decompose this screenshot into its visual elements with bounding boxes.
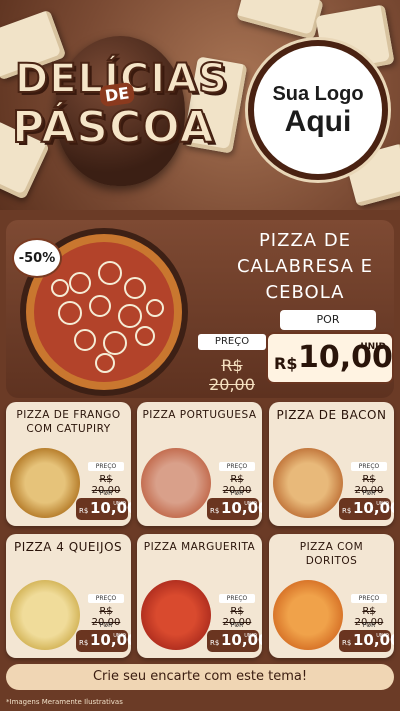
product-card[interactable]: PIZZA PORTUGUESA PREÇO R$ 20,00 POR R$ 10…: [137, 402, 262, 526]
unit-label: UNID: [244, 501, 257, 507]
product-name: PIZZA MARGUERITA: [143, 541, 256, 553]
preco-label: PREÇO: [219, 462, 255, 471]
chocolate-piece-decoration: [236, 0, 324, 40]
hero-banner: DELÍCIAS DE PÁSCOA Sua Logo Aqui: [0, 0, 400, 210]
unit-label: UNID: [376, 501, 389, 507]
preco-label: PREÇO: [351, 594, 387, 603]
featured-name-line2: CALABRESA E: [236, 256, 374, 277]
pizza-portuguesa-icon: [141, 448, 211, 518]
pizza-marguerita-icon: [141, 580, 211, 650]
pizza-frango-icon: [10, 448, 80, 518]
preco-label: PREÇO: [198, 334, 266, 350]
product-card[interactable]: PIZZA DE FRANGO COM CATUPIRY PREÇO R$ 20…: [6, 402, 131, 526]
product-name: PIZZA COM DORITOS: [299, 541, 364, 567]
new-price: R$10,00UNID: [76, 498, 131, 520]
discount-badge: -50%: [12, 238, 62, 278]
logo-placeholder: Sua Logo Aqui: [248, 40, 388, 180]
pizza-bacon-icon: [273, 448, 343, 518]
featured-pizza-name: PIZZA DE CALABRESA E CEBOLA: [220, 228, 390, 306]
preco-label: PREÇO: [88, 594, 124, 603]
product-card[interactable]: PIZZA DE BACON PREÇO R$ 20,00 POR R$ 10,0…: [269, 402, 394, 526]
featured-name-line3: CEBOLA: [265, 282, 345, 303]
por-label: POR: [99, 490, 113, 497]
old-price: R$ 20,00: [209, 356, 255, 394]
product-card[interactable]: PIZZA 4 QUEIJOS PREÇO R$ 20,00 POR R$ 10,…: [6, 534, 131, 658]
product-name: PIZZA 4 QUEIJOS: [14, 540, 123, 554]
cta-banner[interactable]: Crie seu encarte com este tema!: [6, 664, 394, 690]
product-name: PIZZA PORTUGUESA: [142, 409, 257, 421]
logo-line1: Sua Logo: [272, 82, 364, 105]
unit-label: UNID: [113, 633, 126, 639]
pizza-doritos-icon: [273, 580, 343, 650]
currency: R$: [79, 639, 89, 647]
product-name: PIZZA DE FRANGO COM CATUPIRY: [16, 409, 121, 435]
por-label: POR: [362, 622, 376, 629]
currency: R$: [210, 639, 220, 647]
product-card[interactable]: PIZZA COM DORITOS PREÇO R$ 20,00 POR R$ 1…: [269, 534, 394, 658]
por-label: POR: [230, 490, 244, 497]
new-price: R$10,00UNID: [207, 630, 262, 652]
new-price: R$10,00UNID: [339, 498, 394, 520]
currency: R$: [342, 507, 352, 515]
por-label: POR: [230, 622, 244, 629]
disclaimer: *Imagens Meramente Ilustrativas: [6, 698, 123, 706]
unit-label: UNID: [360, 342, 386, 352]
logo-line2: Aqui: [284, 104, 352, 138]
title-line2: PÁSCOA: [11, 101, 215, 154]
preco-label: PREÇO: [219, 594, 255, 603]
por-label: POR: [362, 490, 376, 497]
unit-label: UNID: [244, 633, 257, 639]
new-price: R$10,00UNID: [76, 630, 131, 652]
pizza-4-queijos-icon: [10, 580, 80, 650]
preco-label: PREÇO: [88, 462, 124, 471]
featured-name-line1: PIZZA DE: [258, 230, 352, 251]
unit-label: UNID: [376, 633, 389, 639]
product-card[interactable]: PIZZA MARGUERITA PREÇO R$ 20,00 POR R$ 10…: [137, 534, 262, 658]
por-label: POR: [280, 310, 376, 330]
featured-new-price: R$ 10,00 UNID: [266, 332, 394, 384]
new-price: R$10,00UNID: [207, 498, 262, 520]
por-label: POR: [99, 622, 113, 629]
featured-old-price-box: PREÇO R$ 20,00: [198, 334, 266, 394]
product-name: PIZZA DE BACON: [276, 408, 387, 422]
currency: R$: [210, 507, 220, 515]
new-price: R$10,00UNID: [339, 630, 394, 652]
currency: R$: [342, 639, 352, 647]
preco-label: PREÇO: [351, 462, 387, 471]
currency: R$: [79, 507, 89, 515]
unit-label: UNID: [113, 501, 126, 507]
currency: R$: [274, 354, 298, 373]
